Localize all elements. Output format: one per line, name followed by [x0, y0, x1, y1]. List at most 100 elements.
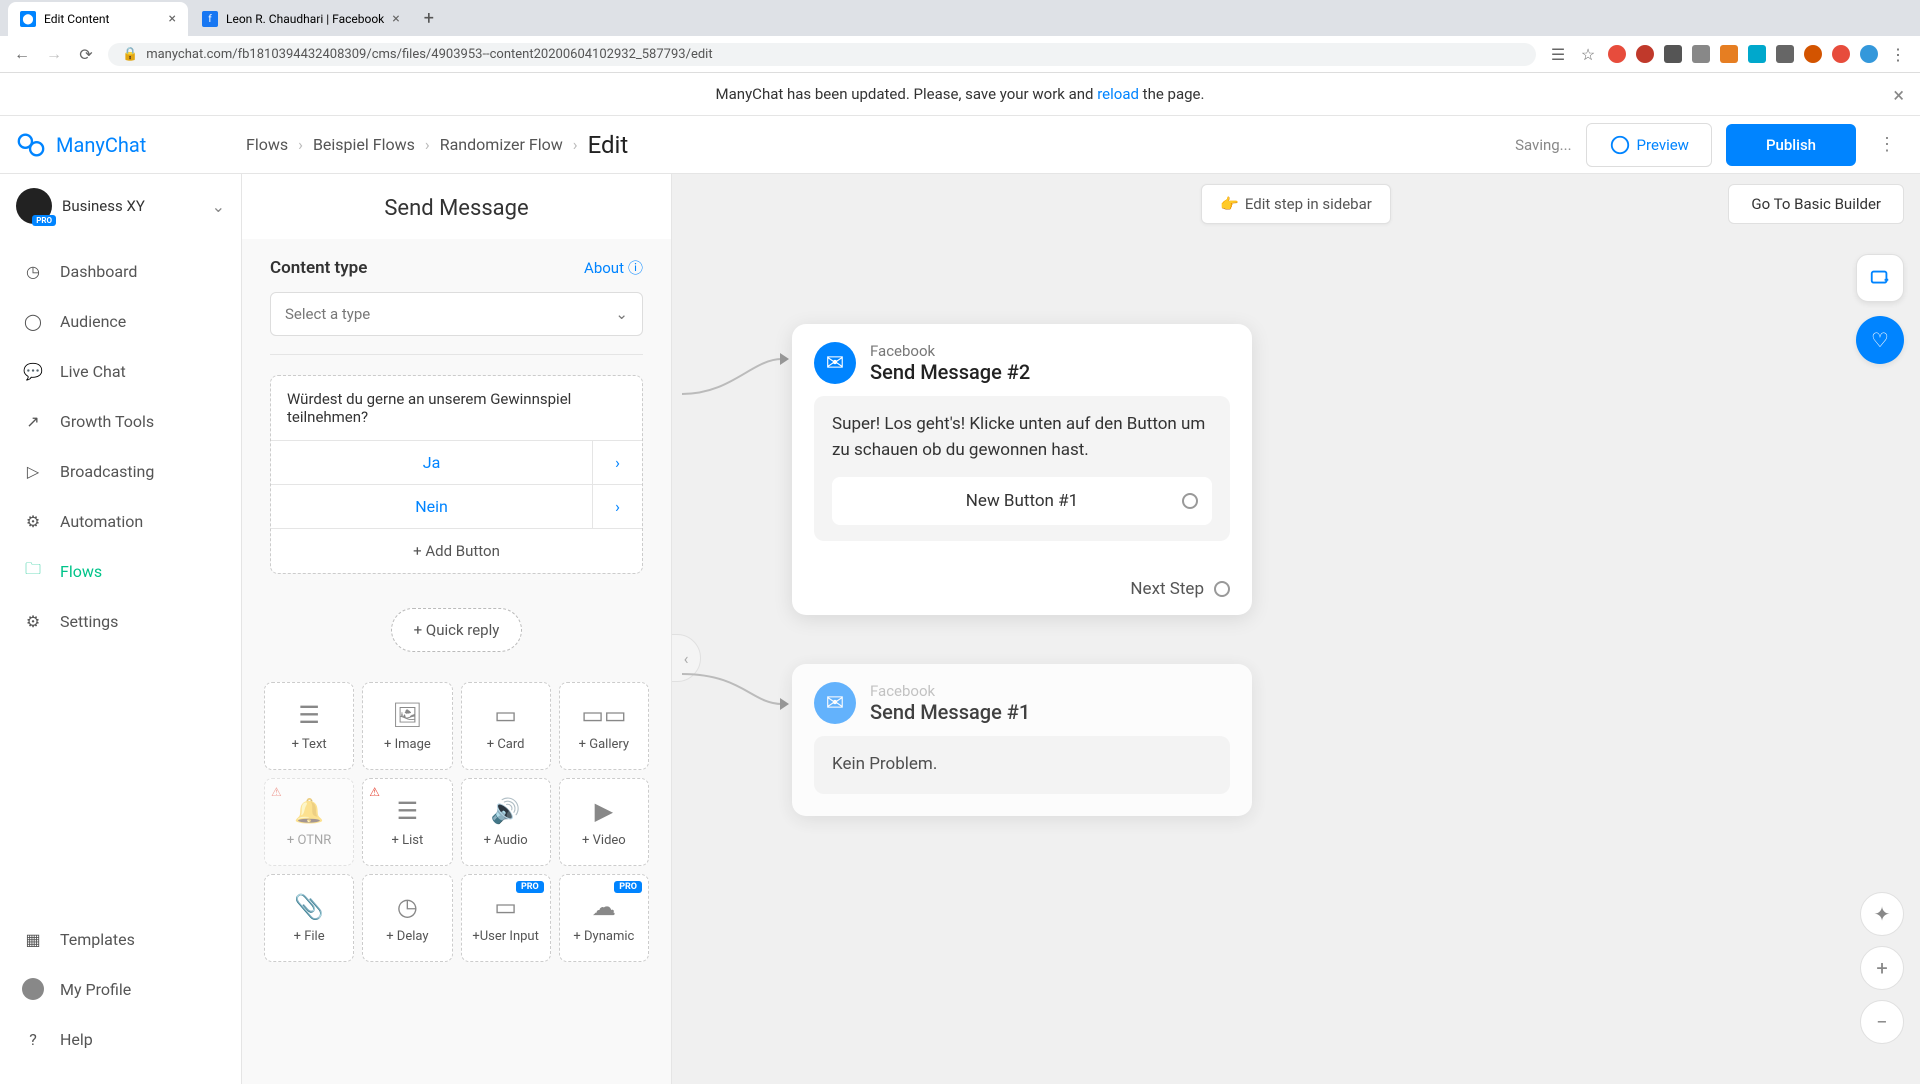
- next-step-row[interactable]: Next Step: [792, 563, 1252, 615]
- basic-builder-button[interactable]: Go To Basic Builder: [1728, 184, 1904, 224]
- flow-node-send-message-2[interactable]: ✉ Facebook Send Message #2 Super! Los ge…: [792, 324, 1252, 615]
- tile-file[interactable]: 📎+ File: [264, 874, 354, 962]
- sidebar-item-audience[interactable]: ◯Audience: [0, 296, 241, 346]
- tab-bar: ⬤ Edit Content × f Leon R. Chaudhari | F…: [0, 0, 1920, 36]
- avatar-icon[interactable]: [1860, 45, 1878, 63]
- crumb[interactable]: Beispiel Flows: [313, 135, 415, 154]
- close-icon[interactable]: ×: [1893, 83, 1904, 107]
- sidebar-item-myprofile[interactable]: My Profile: [0, 964, 241, 1014]
- preview-button[interactable]: Preview: [1586, 123, 1712, 167]
- tile-delay[interactable]: ◷+ Delay: [362, 874, 452, 962]
- url-input[interactable]: 🔒 manychat.com/fb181039443240830​9/cms/f…: [108, 43, 1536, 66]
- content-type-label: Content type: [270, 258, 367, 278]
- extension-icon[interactable]: [1748, 45, 1766, 63]
- crumb[interactable]: Randomizer Flow: [440, 135, 563, 154]
- about-link[interactable]: About ⓘ: [584, 257, 643, 278]
- extension-icon[interactable]: [1720, 45, 1738, 63]
- sidebar-item-help[interactable]: ?Help: [0, 1014, 241, 1064]
- browser-tab[interactable]: f Leon R. Chaudhari | Facebook ×: [190, 2, 412, 36]
- zoom-out-button[interactable]: −: [1860, 1000, 1904, 1044]
- logo[interactable]: ManyChat: [16, 130, 246, 160]
- chevron-right-icon: ›: [425, 135, 430, 154]
- image-icon: 🖼: [392, 701, 422, 729]
- close-icon[interactable]: ×: [392, 11, 399, 27]
- add-step-button[interactable]: [1856, 254, 1904, 302]
- collapse-panel-handle[interactable]: ‹: [672, 634, 701, 682]
- bell-icon: 🔔: [294, 797, 324, 825]
- back-icon[interactable]: ←: [12, 44, 32, 64]
- zoom-in-button[interactable]: +: [1860, 946, 1904, 990]
- favicon-icon: f: [202, 11, 218, 27]
- card-plus-icon: [1869, 267, 1891, 289]
- nav-label: Flows: [60, 562, 102, 581]
- tile-dynamic[interactable]: PRO☁+ Dynamic: [559, 874, 649, 962]
- reload-link[interactable]: reload: [1097, 85, 1139, 103]
- close-icon[interactable]: ×: [169, 11, 176, 27]
- browser-tab-active[interactable]: ⬤ Edit Content ×: [8, 2, 188, 36]
- extension-icon[interactable]: [1804, 45, 1822, 63]
- extension-icon[interactable]: [1664, 45, 1682, 63]
- sidebar-item-flows[interactable]: 🗀Flows: [0, 546, 241, 596]
- tile-gallery[interactable]: ▭▭+ Gallery: [559, 682, 649, 770]
- sidebar-item-dashboard[interactable]: ◷Dashboard: [0, 246, 241, 296]
- megaphone-icon: ▷: [22, 460, 44, 482]
- flow-node-send-message-1[interactable]: ✉ Facebook Send Message #1 Kein Problem.: [792, 664, 1252, 816]
- tile-userinput[interactable]: PRO▭+User Input: [461, 874, 551, 962]
- extension-icon[interactable]: [1608, 45, 1626, 63]
- content-type-select[interactable]: Select a type ⌄: [270, 292, 643, 336]
- add-button[interactable]: + Add Button: [271, 528, 642, 573]
- chevron-right-icon[interactable]: ›: [592, 441, 642, 484]
- node-title: Send Message #2: [870, 360, 1030, 384]
- flow-canvas[interactable]: 👉Edit step in sidebar Go To Basic Builde…: [672, 174, 1920, 1084]
- sidebar-item-livechat[interactable]: 💬Live Chat: [0, 346, 241, 396]
- tile-text[interactable]: ☰+ Text: [264, 682, 354, 770]
- banner-text: ManyChat has been updated. Please, save …: [716, 85, 1098, 103]
- sidebar-item-broadcasting[interactable]: ▷Broadcasting: [0, 446, 241, 496]
- tile-otnr[interactable]: ⚠🔔+ OTNR: [264, 778, 354, 866]
- sidebar-item-templates[interactable]: ▦Templates: [0, 914, 241, 964]
- sidebar-item-growthtools[interactable]: ↗Growth Tools: [0, 396, 241, 446]
- tile-audio[interactable]: 🔊+ Audio: [461, 778, 551, 866]
- templates-icon: ▦: [22, 928, 44, 950]
- star-icon[interactable]: ☆: [1578, 45, 1598, 64]
- menu-icon[interactable]: ⋮: [1888, 45, 1908, 64]
- pointing-icon: 👉: [1220, 195, 1239, 213]
- sidebar-item-automation[interactable]: ⚙Automation: [0, 496, 241, 546]
- connector-layer: [672, 174, 1920, 1084]
- reload-icon[interactable]: ⟳: [76, 45, 96, 64]
- message-block[interactable]: Würdest du gerne an unserem Gewinnspiel …: [270, 375, 643, 574]
- output-port[interactable]: [1182, 493, 1198, 509]
- node-message-text: Super! Los geht's! Klicke unten auf den …: [832, 412, 1212, 463]
- tile-video[interactable]: ▶+ Video: [559, 778, 649, 866]
- message-button-row[interactable]: Nein ›: [271, 484, 642, 528]
- audio-icon: 🔊: [491, 797, 521, 825]
- new-tab-button[interactable]: +: [414, 4, 444, 33]
- output-port[interactable]: [1214, 581, 1230, 597]
- extension-icon[interactable]: [1832, 45, 1850, 63]
- tile-image[interactable]: 🖼+ Image: [362, 682, 452, 770]
- browser-chrome: ⬤ Edit Content × f Leon R. Chaudhari | F…: [0, 0, 1920, 73]
- message-text[interactable]: Würdest du gerne an unserem Gewinnspiel …: [271, 376, 642, 440]
- auto-arrange-button[interactable]: ✦: [1860, 892, 1904, 936]
- tile-card[interactable]: ▭+ Card: [461, 682, 551, 770]
- sidebar-item-settings[interactable]: ⚙Settings: [0, 596, 241, 646]
- tile-list[interactable]: ⚠☰+ List: [362, 778, 452, 866]
- extension-icon[interactable]: [1776, 45, 1794, 63]
- account-switcher[interactable]: PRO Business XY ⌄: [0, 174, 241, 238]
- more-button[interactable]: ⋮: [1870, 126, 1904, 163]
- edit-step-sidebar-button[interactable]: 👉Edit step in sidebar: [1201, 184, 1391, 224]
- button-label: Ja: [271, 441, 592, 484]
- message-button-row[interactable]: Ja ›: [271, 440, 642, 484]
- help-fab-button[interactable]: ♡: [1856, 316, 1904, 364]
- forward-icon[interactable]: →: [44, 44, 64, 64]
- node-button[interactable]: New Button #1: [832, 477, 1212, 525]
- publish-button[interactable]: Publish: [1726, 124, 1856, 166]
- crumb[interactable]: Flows: [246, 135, 288, 154]
- quick-reply-button[interactable]: + Quick reply: [391, 608, 523, 652]
- chevron-right-icon: ›: [573, 135, 578, 154]
- extension-icon[interactable]: [1636, 45, 1654, 63]
- chevron-right-icon[interactable]: ›: [592, 485, 642, 528]
- extension-icon[interactable]: [1692, 45, 1710, 63]
- translate-icon[interactable]: ☰: [1548, 45, 1568, 64]
- lock-icon: 🔒: [122, 47, 138, 62]
